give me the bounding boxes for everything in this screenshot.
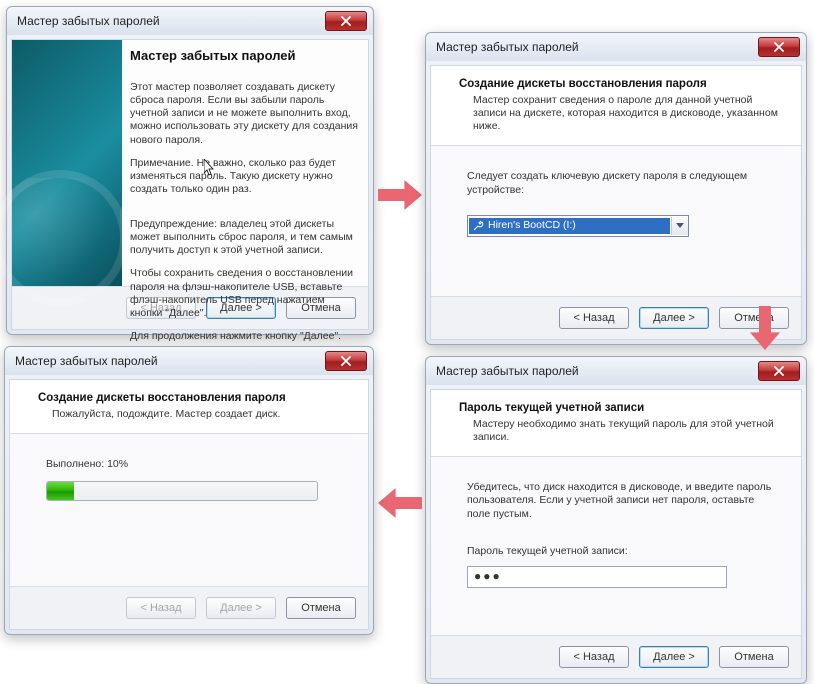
password-instruction-text: Убедитесь, что диск находится в дисковод… (467, 481, 773, 520)
button-row: < Назад Далее > Отмена (10, 586, 368, 629)
close-button[interactable] (758, 361, 800, 381)
wizard-header-title: Создание дискеты восстановления пароля (38, 392, 348, 404)
progress-fill (47, 482, 74, 500)
close-button[interactable] (758, 37, 800, 57)
forgot-password-wizard-step3: Мастер забытых паролей Пароль текущей уч… (425, 356, 807, 684)
forgot-password-wizard-step2: Мастер забытых паролей Создание дискеты … (425, 32, 807, 345)
wizard-header-title: Создание дискеты восстановления пароля (459, 78, 781, 90)
password-mask: ●●● (474, 569, 502, 584)
progress-bar (46, 481, 318, 501)
close-icon (774, 366, 784, 376)
titlebar[interactable]: Мастер забытых паролей (7, 7, 373, 35)
wizard-side-graphic (12, 40, 122, 286)
wizard-header-desc: Мастеру необходимо знать текущий пароль … (459, 418, 781, 444)
chevron-down-icon[interactable] (671, 217, 688, 235)
next-button: Далее > (206, 597, 276, 619)
drive-select-value: Hiren's BootCD (I:) (488, 219, 576, 232)
drive-prompt-text: Следует создать ключевую дискету пароля … (467, 170, 773, 196)
forgot-password-wizard-step4: Мастер забытых паролей Создание дискеты … (4, 346, 374, 635)
wizard-header: Создание дискеты восстановления пароля П… (10, 380, 368, 434)
next-button[interactable]: Далее > (639, 307, 709, 329)
close-button[interactable] (325, 351, 367, 371)
close-icon (774, 42, 784, 52)
button-row: < Назад Далее > Отмена (431, 635, 801, 678)
password-field-label: Пароль текущей учетной записи: (467, 545, 773, 558)
wizard-usb-text: Чтобы сохранить сведения о восстановлени… (130, 267, 358, 320)
cancel-button[interactable]: Отмена (719, 307, 789, 329)
cancel-button[interactable]: Отмена (719, 646, 789, 668)
close-button[interactable] (325, 11, 367, 31)
next-button[interactable]: Далее > (639, 646, 709, 668)
wizard-header: Создание дискеты восстановления пароля М… (431, 66, 801, 146)
cancel-button[interactable]: Отмена (286, 597, 356, 619)
back-button[interactable]: < Назад (559, 646, 629, 668)
wizard-header-desc: Мастер сохранит сведения о пароле для да… (459, 94, 781, 133)
close-icon (341, 16, 351, 26)
back-button: < Назад (126, 597, 196, 619)
back-button[interactable]: < Назад (559, 307, 629, 329)
window-title: Мастер забытых паролей (17, 14, 325, 28)
wizard-heading: Мастер забытых паролей (130, 48, 358, 63)
tools-icon (472, 220, 484, 232)
window-title: Мастер забытых паролей (436, 364, 758, 378)
titlebar[interactable]: Мастер забытых паролей (426, 33, 806, 61)
forgot-password-wizard-step1: Мастер забытых паролей Мастер забытых па… (6, 6, 374, 335)
progress-label: Выполнено: 10% (46, 458, 340, 471)
close-icon (341, 356, 351, 366)
current-password-input[interactable]: ●●● (467, 566, 727, 588)
drive-select[interactable]: Hiren's BootCD (I:) (467, 215, 689, 237)
window-title: Мастер забытых паролей (436, 40, 758, 54)
wizard-note-text: Примечание. Не важно, сколько раз будет … (130, 157, 358, 196)
flow-arrow-right-icon (378, 180, 422, 210)
wizard-continue-text: Для продолжения нажмите кнопку "Далее". (130, 330, 358, 343)
button-row: < Назад Далее > Отмена (431, 296, 801, 339)
flow-arrow-left-icon (378, 488, 422, 518)
wizard-header-title: Пароль текущей учетной записи (459, 402, 781, 414)
wizard-warning-text: Предупреждение: владелец этой дискеты мо… (130, 218, 358, 257)
wizard-intro-text: Этот мастер позволяет создавать дискету … (130, 81, 358, 147)
titlebar[interactable]: Мастер забытых паролей (5, 347, 373, 375)
wizard-header-desc: Пожалуйста, подождите. Мастер создает ди… (38, 408, 348, 421)
wizard-header: Пароль текущей учетной записи Мастеру не… (431, 390, 801, 457)
window-title: Мастер забытых паролей (15, 354, 325, 368)
titlebar[interactable]: Мастер забытых паролей (426, 357, 806, 385)
